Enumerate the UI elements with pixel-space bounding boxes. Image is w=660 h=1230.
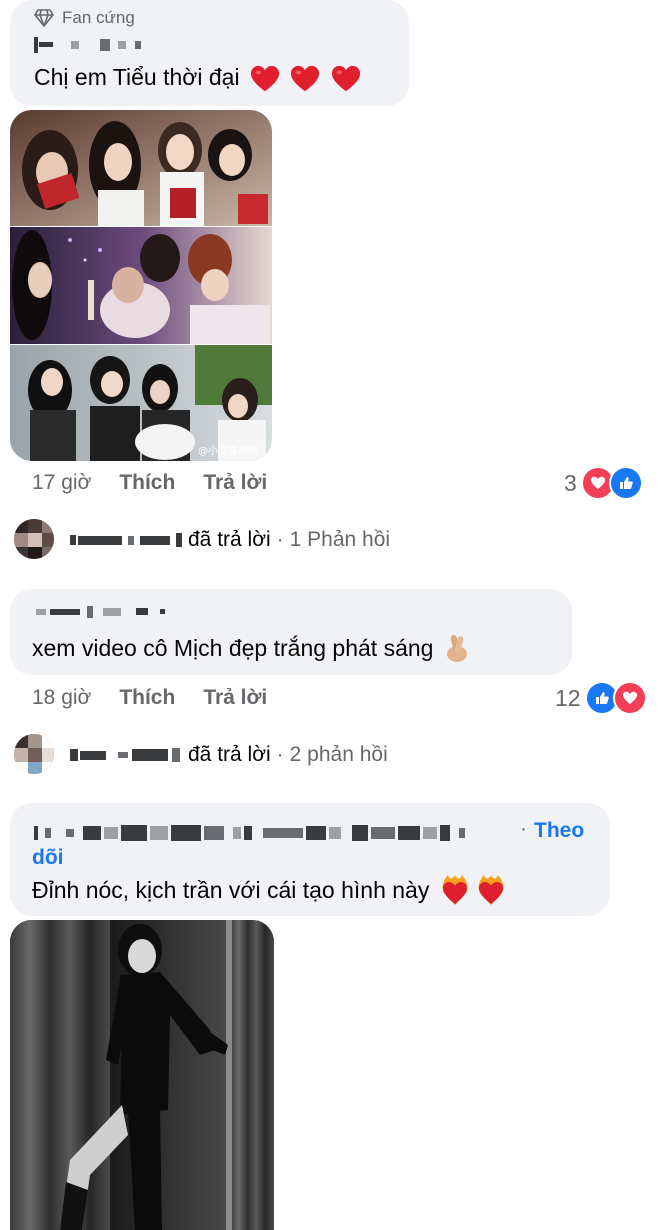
like-icon <box>608 466 643 500</box>
heart-on-fire-emoji <box>442 875 468 905</box>
comment-text-content: Chị em Tiểu thời đại <box>34 64 240 91</box>
replied-action: đã trả lời <box>188 528 271 551</box>
crossed-fingers-emoji <box>447 635 468 662</box>
follow-link[interactable]: Theo dõi <box>32 817 594 871</box>
diamond-icon <box>34 9 54 27</box>
reply-count: 1 Phản hồi <box>289 528 391 551</box>
comment-photo[interactable] <box>10 920 274 1230</box>
badge-label: Fan cứng <box>62 8 135 27</box>
commenter-name-redacted[interactable] <box>34 36 141 56</box>
replier-name-redacted[interactable] <box>70 533 182 547</box>
top-fan-badge: Fan cứng <box>34 8 135 28</box>
comment-bubble: xem video cô Mịch đẹp trắng phát sáng <box>10 589 572 675</box>
replied-action: đã trả lời <box>188 743 271 766</box>
reply-button[interactable]: Trả lời <box>203 686 267 710</box>
comment-time[interactable]: 17 giờ <box>32 471 91 495</box>
reply-count: 2 phản hồi <box>289 743 388 766</box>
comment-text: Chị em Tiểu thời đại <box>34 64 361 94</box>
comment-meta-row: 17 giờ Thích Trả lời <box>32 471 267 495</box>
reaction-summary[interactable]: 3 <box>564 466 643 500</box>
like-button[interactable]: Thích <box>119 686 175 710</box>
comment-bubble: · Theo dõi Đỉnh nóc, kịch trần với cái t… <box>10 803 610 916</box>
comment-text-content: xem video cô Mịch đẹp trắng phát sáng <box>32 634 434 661</box>
view-replies-link[interactable]: đã trả lời · 2 phản hồi <box>70 743 388 767</box>
reply-button[interactable]: Trả lời <box>203 471 267 495</box>
love-icon <box>612 681 647 715</box>
comment-meta-row: 18 giờ Thích Trả lời <box>32 686 267 710</box>
comment-text: Đỉnh nóc, kịch trần với cái tạo hình này <box>32 873 507 907</box>
like-button[interactable]: Thích <box>119 471 175 495</box>
avatar[interactable] <box>14 734 54 774</box>
reaction-count: 12 <box>555 684 581 711</box>
avatar[interactable] <box>14 519 54 559</box>
dot-separator: · <box>276 743 284 766</box>
comment-bubble: Fan cứng Chị em Tiểu thời đại <box>10 0 409 106</box>
reaction-count: 3 <box>564 469 577 496</box>
heart-emoji <box>250 64 361 92</box>
photo-watermark: @小安喜欢啊 <box>198 446 258 457</box>
commenter-name-redacted[interactable] <box>36 603 166 623</box>
comment-photo-collage[interactable]: @小安喜欢啊 <box>10 110 272 461</box>
comment-time[interactable]: 18 giờ <box>32 686 91 710</box>
heart-on-fire-emoji <box>478 875 504 905</box>
replier-name-redacted[interactable] <box>70 748 180 762</box>
dot-separator: · <box>276 528 284 551</box>
view-replies-link[interactable]: đã trả lời · 1 Phản hồi <box>70 528 390 552</box>
comment-text-content: Đỉnh nóc, kịch trần với cái tạo hình này <box>32 876 430 903</box>
reaction-summary[interactable]: 12 <box>555 681 647 715</box>
comment-text: xem video cô Mịch đẹp trắng phát sáng <box>32 633 471 663</box>
